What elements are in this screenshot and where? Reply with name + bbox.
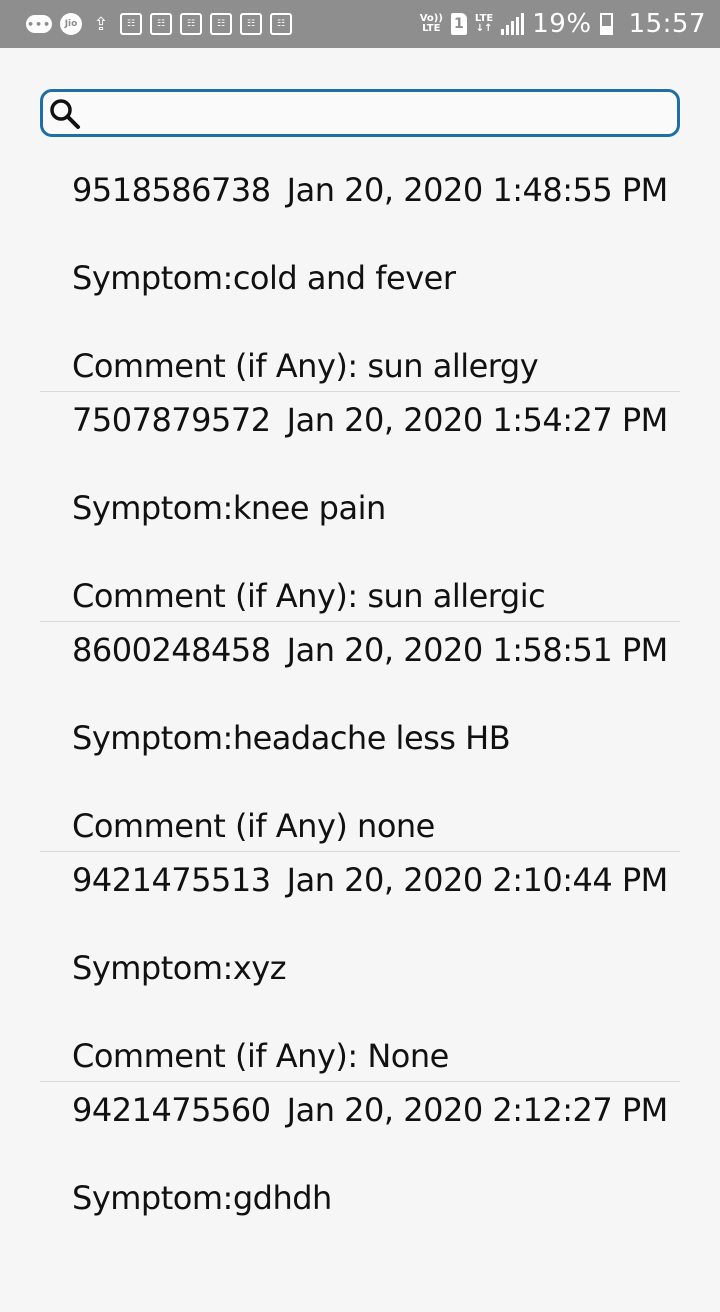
record-header: 9421475513 Jan 20, 2020 2:10:44 PM bbox=[72, 860, 668, 900]
record-phone: 8600248458 bbox=[72, 631, 271, 669]
volte-icon: Vo)) LTE bbox=[419, 13, 443, 34]
more-notifications-icon: ••• bbox=[26, 15, 52, 33]
calculator-notification-icon: ☷ bbox=[120, 13, 142, 35]
status-bar-system: Vo)) LTE 1 LTE ↓↑ 19% 15:57 bbox=[420, 9, 706, 39]
record-timestamp: Jan 20, 2020 1:54:27 PM bbox=[286, 401, 669, 439]
search-bar[interactable] bbox=[40, 89, 680, 137]
record-list: 9518586738 Jan 20, 2020 1:48:55 PM Sympt… bbox=[40, 162, 680, 1312]
record-timestamp: Jan 20, 2020 1:48:55 PM bbox=[286, 171, 669, 209]
record-symptom: Symptom:headache less HB bbox=[72, 719, 511, 757]
search-input[interactable] bbox=[87, 98, 671, 130]
list-item[interactable]: 9421475513 Jan 20, 2020 2:10:44 PM Sympt… bbox=[40, 852, 680, 1082]
record-timestamp: Jan 20, 2020 2:12:27 PM bbox=[286, 1091, 669, 1129]
search-icon bbox=[50, 99, 80, 129]
calculator-notification-icon: ☷ bbox=[180, 13, 202, 35]
battery-percentage: 19% bbox=[532, 9, 592, 39]
record-comment: Comment (if Any) none bbox=[72, 807, 435, 845]
record-symptom: Symptom:gdhdh bbox=[72, 1179, 332, 1217]
list-item[interactable]: 9518586738 Jan 20, 2020 1:48:55 PM Sympt… bbox=[40, 162, 680, 392]
status-bar: ••• Jio ⇪ ☷ ☷ ☷ ☷ ☷ ☷ Vo)) LTE 1 LTE ↓↑ … bbox=[0, 0, 720, 48]
record-header: 9421475560 Jan 20, 2020 2:12:27 PM bbox=[72, 1090, 668, 1130]
record-comment: Comment (if Any): sun allergic bbox=[72, 577, 546, 615]
record-header: 9518586738 Jan 20, 2020 1:48:55 PM bbox=[72, 170, 668, 210]
calculator-notification-icon: ☷ bbox=[210, 13, 232, 35]
record-timestamp: Jan 20, 2020 1:58:51 PM bbox=[286, 631, 669, 669]
record-phone: 9518586738 bbox=[72, 171, 271, 209]
record-phone: 7507879572 bbox=[72, 401, 271, 439]
signal-strength-icon bbox=[501, 13, 525, 35]
carrier-app-icon: Jio bbox=[60, 13, 82, 35]
sim-card-icon: 1 bbox=[450, 13, 467, 35]
record-header: 8600248458 Jan 20, 2020 1:58:51 PM bbox=[72, 630, 668, 670]
calculator-notification-icon: ☷ bbox=[240, 13, 262, 35]
record-phone: 9421475513 bbox=[72, 861, 271, 899]
record-comment: Comment (if Any): None bbox=[72, 1037, 449, 1075]
record-comment: Comment (if Any): sun allergy bbox=[72, 347, 539, 385]
status-bar-notifications: ••• Jio ⇪ ☷ ☷ ☷ ☷ ☷ ☷ bbox=[26, 13, 292, 35]
list-item[interactable]: 7507879572 Jan 20, 2020 1:54:27 PM Sympt… bbox=[40, 392, 680, 622]
clock: 15:57 bbox=[628, 9, 706, 39]
record-symptom: Symptom:knee pain bbox=[72, 489, 386, 527]
record-header: 7507879572 Jan 20, 2020 1:54:27 PM bbox=[72, 400, 668, 440]
calculator-notification-icon: ☷ bbox=[150, 13, 172, 35]
upload-icon: ⇪ bbox=[93, 13, 109, 35]
record-symptom: Symptom:cold and fever bbox=[72, 259, 456, 297]
battery-icon bbox=[599, 13, 613, 35]
record-timestamp: Jan 20, 2020 2:10:44 PM bbox=[286, 861, 669, 899]
record-symptom: Symptom:xyz bbox=[72, 949, 286, 987]
lte-icon: LTE ↓↑ bbox=[474, 13, 494, 34]
list-item[interactable]: 9421475560 Jan 20, 2020 2:12:27 PM Sympt… bbox=[40, 1082, 680, 1312]
calculator-notification-icon: ☷ bbox=[270, 13, 292, 35]
record-phone: 9421475560 bbox=[72, 1091, 271, 1129]
list-item[interactable]: 8600248458 Jan 20, 2020 1:58:51 PM Sympt… bbox=[40, 622, 680, 852]
